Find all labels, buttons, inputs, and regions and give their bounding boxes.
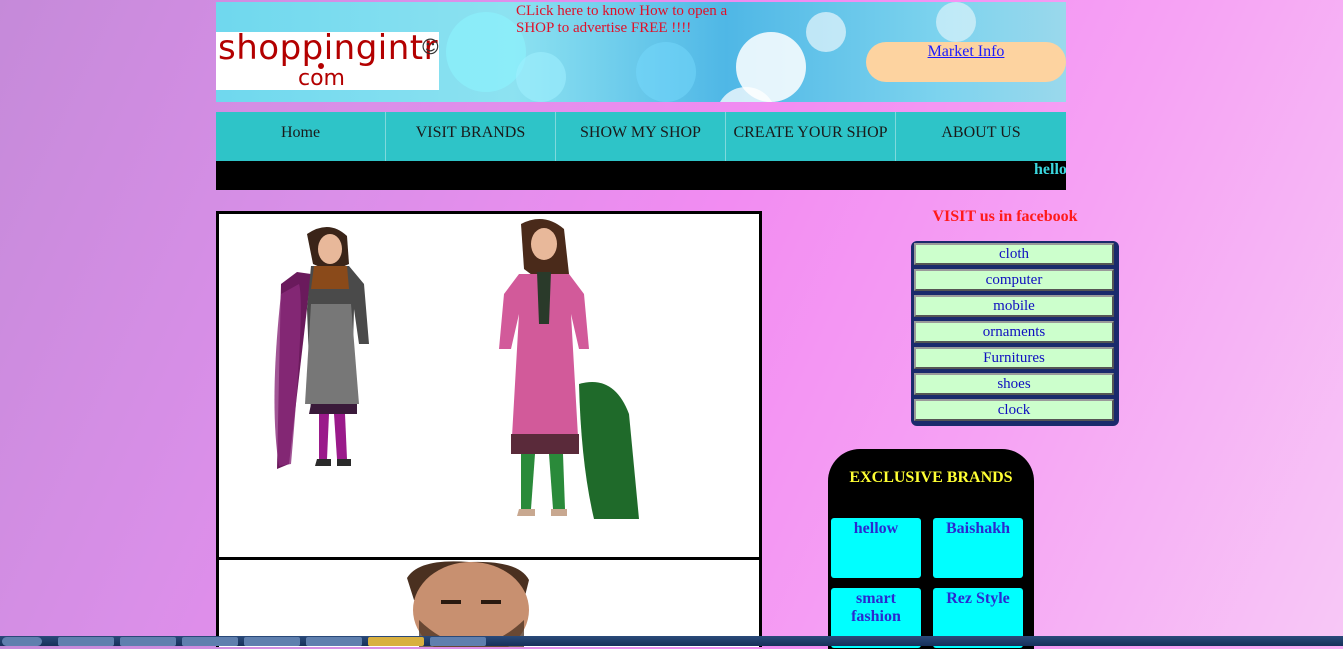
category-shoes[interactable]: shoes [914, 373, 1114, 395]
model-left-figure [274, 226, 369, 469]
exclusive-brands-title: EXCLUSIVE BRANDS [849, 469, 1013, 486]
facebook-link[interactable]: VISIT us in facebook [920, 208, 1090, 226]
nav-item-home[interactable]: Home [216, 112, 386, 161]
nav-item-visit-brands[interactable]: VISIT BRANDS [386, 112, 556, 161]
decorative-bubble [936, 2, 976, 42]
logo-text-main: shoppingintr [218, 28, 439, 68]
taskbar-button[interactable] [182, 637, 238, 646]
exclusive-brands-panel: EXCLUSIVE BRANDS hellow Baishakh smart f… [828, 449, 1034, 649]
salwar-suits-photo [274, 219, 639, 519]
os-taskbar [0, 636, 1343, 646]
taskbar-button[interactable] [430, 637, 486, 646]
nav-item-create-your-shop[interactable]: CREATE YOUR SHOP [726, 112, 896, 161]
brand-hellow[interactable]: hellow [831, 518, 921, 578]
main-nav: Home VISIT BRANDS SHOW MY SHOP CREATE YO… [216, 112, 1066, 161]
decorative-bubble [636, 42, 696, 102]
taskbar-button[interactable] [58, 637, 114, 646]
category-computer[interactable]: computer [914, 269, 1114, 291]
decorative-bubble [516, 52, 566, 102]
marquee-text: hello [1034, 161, 1066, 178]
category-cloth[interactable]: cloth [914, 243, 1114, 265]
scrolling-marquee: hello [216, 161, 1066, 190]
header-banner: shoppingintr ☺ com CLick here to know Ho… [216, 2, 1066, 102]
category-clock[interactable]: clock [914, 399, 1114, 421]
market-info-button[interactable]: Market Info [866, 42, 1066, 82]
market-info-link[interactable]: Market Info [928, 43, 1005, 60]
nav-item-about-us[interactable]: ABOUT US [896, 112, 1066, 161]
category-ornaments[interactable]: ornaments [914, 321, 1114, 343]
category-furnitures[interactable]: Furnitures [914, 347, 1114, 369]
category-menu: cloth computer mobile ornaments Furnitur… [911, 241, 1119, 426]
man-portrait-photo [407, 561, 529, 647]
featured-product-image[interactable] [216, 211, 762, 560]
taskbar-button[interactable] [244, 637, 300, 646]
category-mobile[interactable]: mobile [914, 295, 1114, 317]
product-image-men[interactable] [216, 557, 762, 647]
taskbar-button[interactable] [368, 637, 424, 646]
decorative-bubble [446, 12, 526, 92]
open-shop-promo-link[interactable]: CLick here to know How to open a SHOP to… [516, 3, 756, 37]
taskbar-button[interactable] [120, 637, 176, 646]
logo-text-com: com [298, 66, 345, 91]
taskbar-button[interactable] [306, 637, 362, 646]
brand-baishakh[interactable]: Baishakh [933, 518, 1023, 578]
smiley-icon: ☺ [421, 37, 440, 58]
nav-item-show-my-shop[interactable]: SHOW MY SHOP [556, 112, 726, 161]
start-button[interactable] [2, 637, 42, 646]
model-right-figure [499, 219, 639, 519]
decorative-bubble [806, 12, 846, 52]
site-logo[interactable]: shoppingintr ☺ com [216, 28, 440, 91]
